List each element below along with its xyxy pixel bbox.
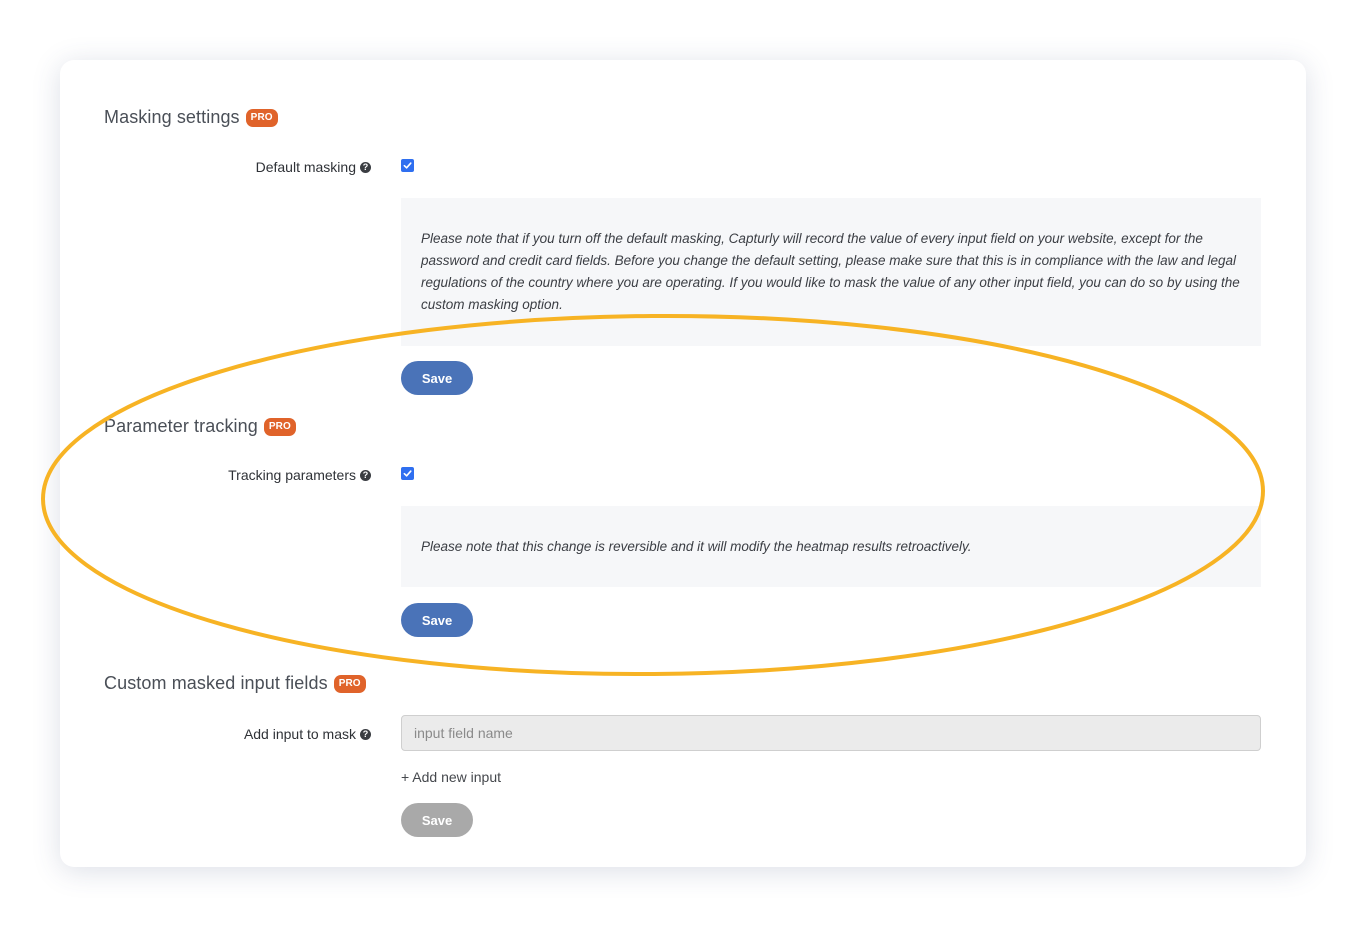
tracking-parameters-checkbox[interactable] (401, 467, 414, 480)
custom-masked-title: Custom masked input fields PRO (104, 673, 366, 694)
masking-settings-title-text: Masking settings (104, 107, 240, 127)
settings-card: Masking settings PRO Default masking ? P… (60, 60, 1306, 867)
default-masking-label-text: Default masking (255, 159, 356, 175)
parameter-tracking-note-text: Please note that this change is reversib… (421, 538, 972, 554)
default-masking-checkbox[interactable] (401, 159, 414, 172)
question-circle-icon[interactable]: ? (360, 728, 371, 740)
question-circle-icon[interactable]: ? (360, 161, 371, 173)
default-masking-note-text: Please note that if you turn off the def… (421, 231, 1240, 312)
parameter-tracking-title-text: Parameter tracking (104, 416, 258, 436)
pro-badge: PRO (263, 417, 296, 436)
custom-masked-title-text: Custom masked input fields (104, 673, 328, 693)
add-new-input-link[interactable]: + Add new input (401, 769, 501, 785)
custom-masked-save-button[interactable]: Save (401, 803, 473, 837)
tracking-parameters-label-text: Tracking parameters (228, 467, 356, 483)
parameter-tracking-save-button[interactable]: Save (401, 603, 473, 637)
pro-badge: PRO (333, 674, 366, 693)
add-input-to-mask-label: Add input to mask ? (244, 726, 371, 742)
question-circle-icon[interactable]: ? (360, 469, 371, 481)
checkmark-icon (403, 162, 412, 169)
default-masking-note: Please note that if you turn off the def… (401, 198, 1261, 346)
masking-save-button[interactable]: Save (401, 361, 473, 395)
tracking-parameters-label: Tracking parameters ? (228, 467, 371, 483)
masking-settings-title: Masking settings PRO (104, 107, 278, 128)
parameter-tracking-note: Please note that this change is reversib… (401, 506, 1261, 587)
default-masking-label: Default masking ? (256, 159, 371, 175)
parameter-tracking-title: Parameter tracking PRO (104, 416, 296, 437)
checkmark-icon (403, 470, 412, 477)
mask-input-field[interactable] (401, 715, 1261, 751)
pro-badge: PRO (245, 108, 278, 127)
add-input-to-mask-label-text: Add input to mask (243, 726, 356, 742)
